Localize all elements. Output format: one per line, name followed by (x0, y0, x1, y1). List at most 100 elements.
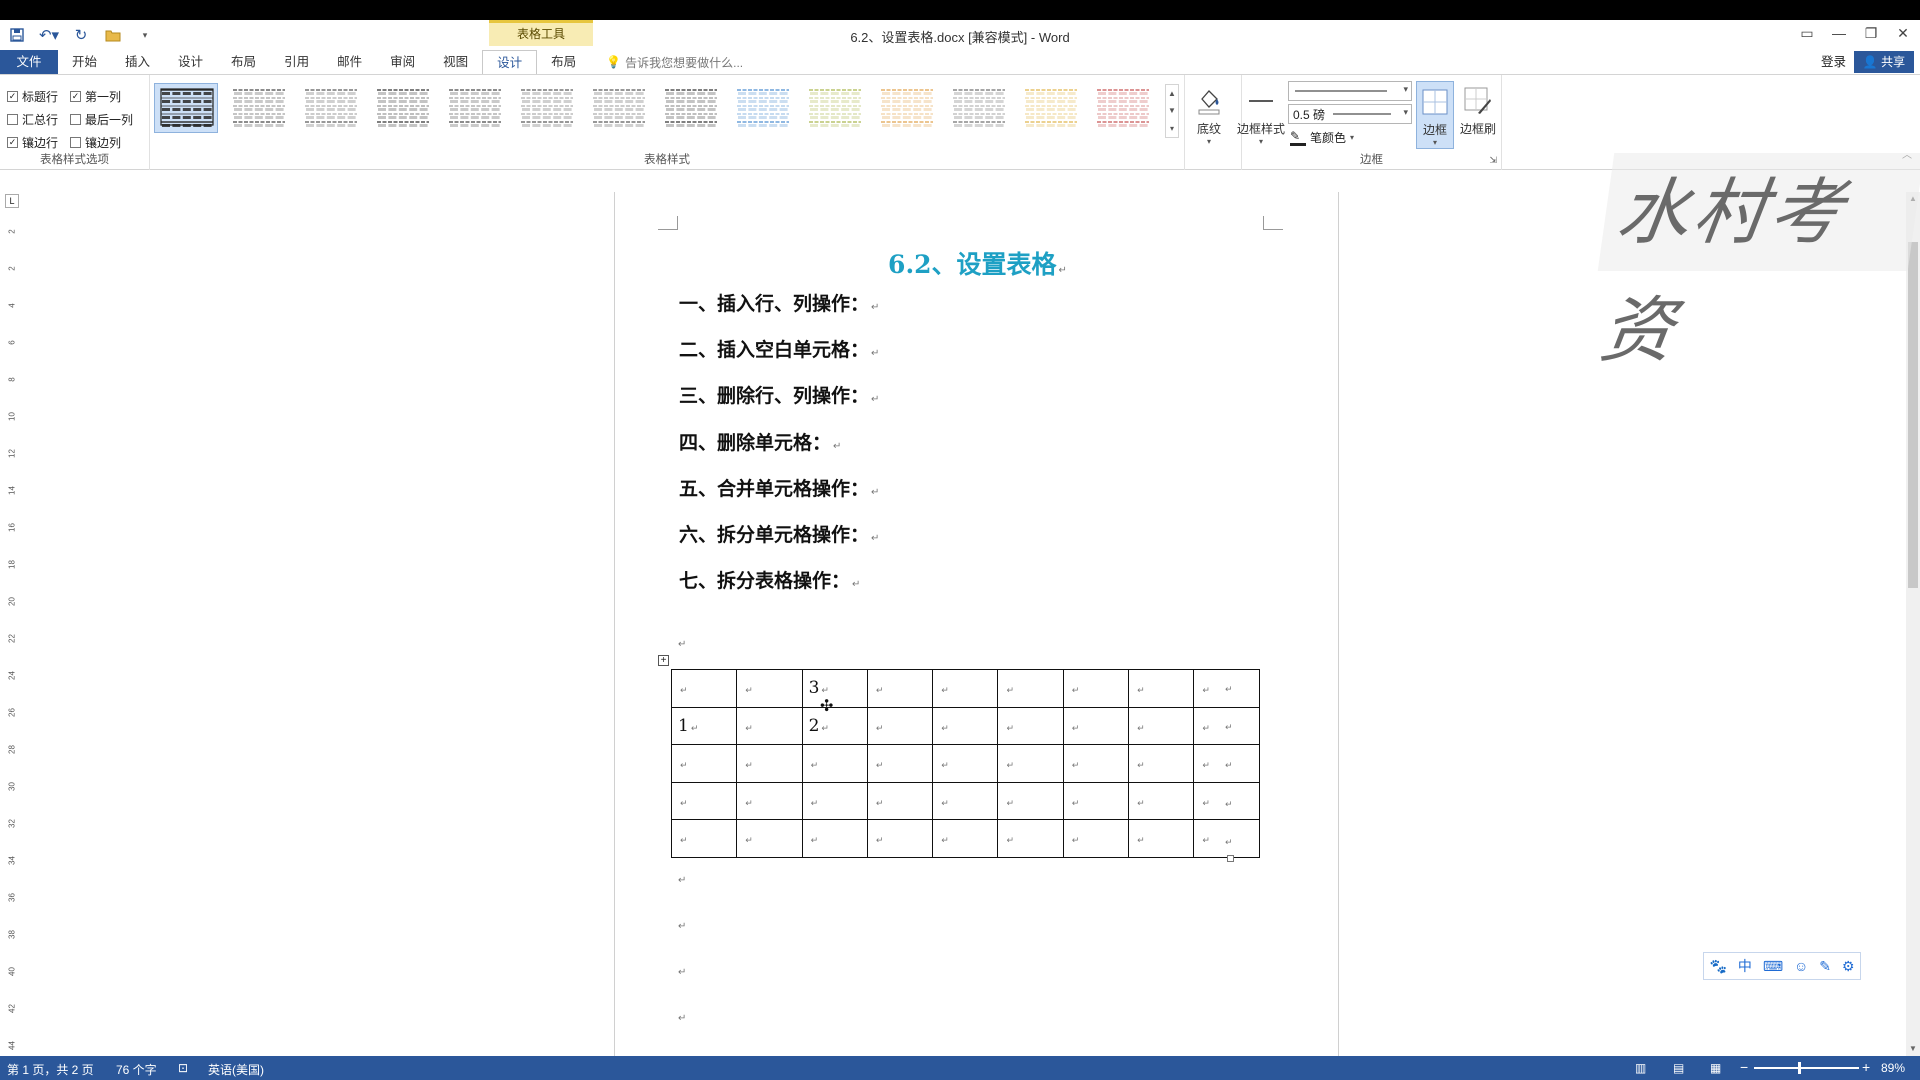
document-list-item[interactable]: 五、合并单元格操作： ↵ (679, 474, 879, 501)
document-list-item[interactable]: 四、删除单元格： ↵ (679, 428, 841, 455)
ribbon-tab[interactable]: 布局 (537, 50, 590, 74)
table-style-thumbnail[interactable] (226, 83, 290, 133)
zoom-in-icon[interactable]: + (1862, 1059, 1870, 1075)
word-count[interactable]: 76 个字 (116, 1061, 157, 1078)
table-cell[interactable]: ↵ (866, 706, 934, 745)
table-cell[interactable]: ↵ (801, 819, 868, 858)
ribbon-display-options-icon[interactable]: ▭ (1798, 24, 1816, 42)
table-cell[interactable]: ↵ (997, 706, 1064, 745)
table-cell[interactable]: ↵ (736, 744, 803, 783)
language[interactable]: 英语(美国) (208, 1061, 264, 1078)
table-cell[interactable]: ↵ (866, 669, 934, 708)
table-cell[interactable]: ↵ (1062, 781, 1130, 820)
save-icon[interactable] (6, 25, 28, 45)
gallery-up-icon[interactable]: ▲ (1166, 85, 1178, 102)
line-weight-combo[interactable]: 0.5 磅 ▾ (1288, 104, 1412, 124)
ribbon-tab[interactable]: 插入 (111, 50, 164, 74)
restore-icon[interactable]: ❐ (1862, 24, 1880, 42)
document-list-item[interactable]: 七、拆分表格操作： ↵ (679, 566, 860, 593)
table-cell[interactable]: 3 ↵ (801, 669, 868, 708)
document-page[interactable]: 6.2、设置表格 ↵ + ↵ ↵ 3 ↵ ↵ ↵ ↵ ↵ ↵ ↵ 1 ↵ ↵ 2 ↵ ↵ ↵ ↵ ↵ ↵ ↵ ↵ ↵ ↵ ↵ ↵ ↵ ↵… (614, 192, 1339, 1056)
table-cell[interactable]: ↵ (866, 781, 934, 820)
ribbon-tab[interactable]: 设计 (482, 50, 538, 75)
document-list-item[interactable]: 六、拆分单元格操作： ↵ (679, 520, 879, 547)
table-move-handle[interactable]: + (658, 655, 669, 666)
table-cell[interactable]: ↵ (932, 781, 999, 820)
table-cell[interactable]: ↵ (932, 669, 999, 708)
table-resize-handle[interactable] (1227, 855, 1234, 862)
table-cell[interactable]: ↵ (997, 819, 1064, 858)
ribbon-tab[interactable]: 审阅 (376, 50, 429, 74)
checkbox[interactable] (7, 114, 18, 125)
ribbon-tab[interactable]: 开始 (58, 50, 111, 74)
table-cell[interactable]: ↵ (997, 744, 1064, 783)
border-styles-button[interactable]: 边框样式 ▾ (1234, 85, 1288, 146)
read-mode-icon[interactable]: ▥ (1635, 1061, 1646, 1075)
gallery-more-icon[interactable]: ▾ (1166, 120, 1178, 137)
table-cell[interactable]: ↵ (866, 819, 934, 858)
table-cell[interactable]: ↵ (866, 744, 934, 783)
share-button[interactable]: 👤 共享 (1854, 51, 1914, 73)
print-layout-icon[interactable]: ▤ (1673, 1061, 1684, 1075)
scroll-thumb[interactable] (1908, 242, 1918, 588)
ribbon-tab[interactable]: 文件 (0, 50, 58, 74)
minimize-icon[interactable]: — (1830, 24, 1848, 42)
style-option-checkbox[interactable]: 汇总行 (7, 111, 58, 128)
document-table[interactable]: ↵ ↵ 3 ↵ ↵ ↵ ↵ ↵ ↵ ↵ 1 ↵ ↵ 2 ↵ ↵ ↵ ↵ ↵ ↵ ↵ ↵ ↵ ↵ ↵ ↵ ↵ ↵ ↵ ↵ ↵ ↵ ↵ ↵ ↵ ↵ ↵ ↵ ↵ ↵… (670, 669, 1260, 858)
pen-color-button[interactable]: ✎ 笔颜色 ▾ (1290, 129, 1354, 146)
zoom-out-icon[interactable]: − (1740, 1059, 1748, 1075)
table-cell[interactable]: ↵ (1062, 669, 1130, 708)
emoji-icon[interactable]: ☺ (1794, 958, 1808, 974)
table-cell[interactable]: 2 ↵ (801, 706, 868, 745)
line-style-combo[interactable]: ▾ (1288, 81, 1412, 101)
checkbox[interactable]: ✓ (7, 91, 18, 102)
handwriting-icon[interactable]: ✎ (1819, 958, 1831, 975)
table-cell[interactable]: ↵ (736, 819, 803, 858)
redo-icon[interactable]: ↻ (70, 25, 92, 45)
document-list-item[interactable]: 三、删除行、列操作： ↵ (679, 381, 879, 408)
table-cell[interactable]: ↵ (1062, 819, 1130, 858)
document-heading[interactable]: 6.2、设置表格 ↵ (615, 245, 1340, 281)
table-style-thumbnail[interactable] (514, 83, 578, 133)
table-style-thumbnail[interactable] (442, 83, 506, 133)
table-cell[interactable]: ↵ (1128, 744, 1195, 783)
close-icon[interactable]: ✕ (1894, 24, 1912, 42)
table-cell[interactable]: ↵ (736, 669, 803, 708)
table-cell[interactable]: ↵ (932, 819, 999, 858)
vertical-ruler[interactable]: 2 2 4 6 8 10 12 14 16 18 20 22 24 26 28 30 32 34 36 38 40 42 4… (5, 215, 19, 1055)
borders-button[interactable]: 边框 ▾ (1416, 81, 1454, 149)
table-cell[interactable]: ↵ (932, 706, 999, 745)
table-cell[interactable]: ↵ (670, 669, 738, 708)
customize-qat-icon[interactable]: ▾ (134, 25, 156, 45)
table-cell[interactable]: ↵ (997, 781, 1064, 820)
table-style-thumbnail[interactable] (802, 83, 866, 133)
ribbon-tab[interactable]: 邮件 (323, 50, 376, 74)
table-style-thumbnail[interactable] (370, 83, 434, 133)
style-option-checkbox[interactable]: ✓ 第一列 (70, 88, 121, 105)
settings-gear-icon[interactable]: ⚙ (1842, 958, 1855, 975)
proofing-icon[interactable]: ⊡ (178, 1061, 188, 1075)
table-style-thumbnail[interactable] (1090, 83, 1154, 133)
table-cell[interactable]: ↵ (1062, 744, 1130, 783)
paw-icon[interactable]: 🐾 (1709, 958, 1726, 975)
table-cell[interactable]: ↵ (1128, 669, 1195, 708)
open-folder-icon[interactable] (102, 25, 124, 45)
dialog-launcher-icon[interactable]: ⇲ (1489, 155, 1497, 166)
border-painter-button[interactable]: 边框刷 (1456, 81, 1500, 137)
table-style-thumbnail[interactable] (730, 83, 794, 133)
table-style-thumbnail[interactable] (154, 83, 218, 133)
table-cell[interactable]: ↵ (997, 669, 1064, 708)
tab-selector[interactable]: L (5, 194, 19, 208)
table-cell[interactable]: ↵ (670, 819, 738, 858)
zoom-slider[interactable] (1754, 1062, 1859, 1074)
style-option-checkbox[interactable]: ✓ 镶边行 (7, 134, 58, 151)
table-cell[interactable]: ↵ (1128, 781, 1195, 820)
chinese-mode-icon[interactable]: 中 (1738, 956, 1752, 976)
table-style-thumbnail[interactable] (586, 83, 650, 133)
table-cell[interactable]: ↵ (670, 781, 738, 820)
ribbon-tab[interactable]: 引用 (270, 50, 323, 74)
zoom-level[interactable]: 89% (1881, 1061, 1905, 1075)
checkbox[interactable]: ✓ (70, 91, 81, 102)
style-option-checkbox[interactable]: 最后一列 (70, 111, 133, 128)
login-link[interactable]: 登录 (1821, 50, 1846, 74)
